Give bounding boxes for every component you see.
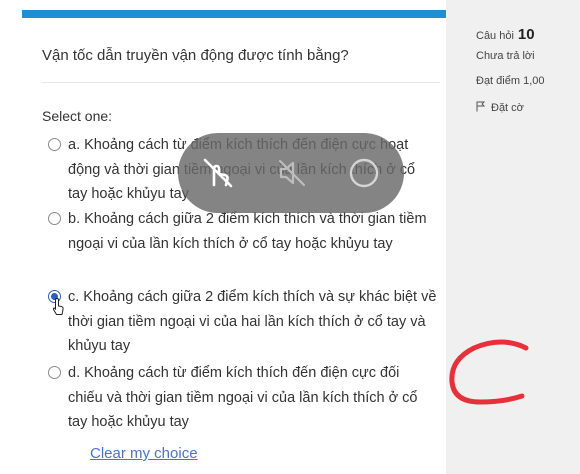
- circle-icon[interactable]: [346, 155, 382, 191]
- answer-option-c-text: c. Khoảng cách giữa 2 điểm kích thích và…: [68, 289, 437, 354]
- flag-label: Đặt cờ: [491, 102, 524, 114]
- radio-b[interactable]: [48, 212, 61, 225]
- answer-option-b-text: b. Khoảng cách giữa 2 điểm kích thích và…: [68, 211, 427, 252]
- answer-option-c[interactable]: c. Khoảng cách giữa 2 điểm kích thích và…: [42, 285, 437, 359]
- no-touch-icon[interactable]: [200, 155, 236, 191]
- mouse-cursor-icon: [52, 297, 64, 315]
- question-number-row: Câu hỏi 10: [476, 26, 535, 43]
- red-annotation-mark: [449, 339, 529, 405]
- quiz-page: Vận tốc dẫn truyền vận động được tính bằ…: [0, 0, 580, 474]
- mute-icon[interactable]: [274, 155, 310, 191]
- radio-d[interactable]: [48, 366, 61, 379]
- divider: [42, 82, 440, 83]
- flag-icon: [476, 101, 485, 112]
- radio-a[interactable]: [48, 138, 61, 151]
- question-card: Vận tốc dẫn truyền vận động được tính bằ…: [22, 0, 446, 474]
- answer-option-b[interactable]: b. Khoảng cách giữa 2 điểm kích thích và…: [42, 207, 437, 281]
- media-controls-overlay: [178, 133, 404, 213]
- question-points: Đạt điểm 1,00: [476, 75, 545, 87]
- question-number: 10: [517, 26, 535, 43]
- flag-question[interactable]: Đặt cờ: [476, 101, 524, 114]
- clear-choice-link[interactable]: Clear my choice: [90, 445, 198, 462]
- answer-option-d-text: d. Khoảng cách từ điểm kích thích đến đi…: [68, 365, 418, 430]
- question-label: Câu hỏi: [476, 30, 514, 42]
- select-one-prompt: Select one:: [42, 108, 113, 124]
- question-top-bar: [22, 10, 446, 18]
- answer-option-d[interactable]: d. Khoảng cách từ điểm kích thích đến đi…: [42, 361, 437, 435]
- answer-status: Chưa trả lời: [476, 50, 535, 62]
- question-text: Vận tốc dẫn truyền vận động được tính bằ…: [42, 47, 349, 64]
